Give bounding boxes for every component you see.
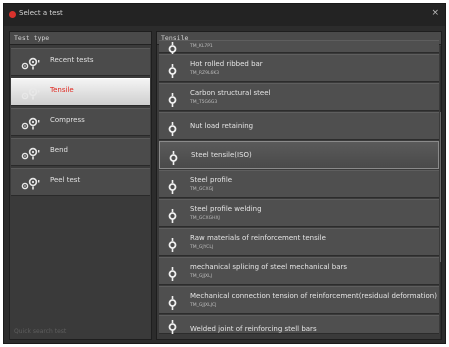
sensor-grip-icon xyxy=(168,121,177,140)
close-icon[interactable]: × xyxy=(431,8,439,18)
test-type-item[interactable]: Tensile xyxy=(11,78,150,106)
test-list-item[interactable]: Welded joint of reinforcing stell bars xyxy=(159,315,439,334)
sensor-grip-icon xyxy=(168,92,177,111)
sensor-grip-icon xyxy=(168,63,177,82)
sensor-grip-icon xyxy=(168,208,177,227)
sensor-pair-icon xyxy=(21,56,43,75)
test-list-item[interactable]: Hot rolled ribbed bar TM_RZ9L6K3 xyxy=(159,54,439,82)
test-type-label: Recent tests xyxy=(50,56,94,64)
test-type-label: Peel test xyxy=(50,176,81,184)
test-list-item[interactable]: Steel profile welding TM_GCXGHXJ xyxy=(159,199,439,227)
test-name: Steel profile welding xyxy=(190,205,262,213)
dialog-title: Select a test xyxy=(19,9,63,17)
test-code: TM_RZ9L6K3 xyxy=(190,71,220,76)
test-list-panel: Tensile TM_KL7P1 Hot rolled ribbed bar TM_… xyxy=(156,31,442,340)
select-test-dialog: Select a test × Test type Recent tests Te… xyxy=(3,3,446,344)
test-list-item[interactable]: Mechanical connection tension of reinfor… xyxy=(159,286,439,314)
sensor-pair-icon xyxy=(21,86,43,105)
quick-search-input[interactable] xyxy=(14,326,147,336)
sensor-grip-icon xyxy=(168,266,177,285)
test-list-item[interactable]: Nut load retaining xyxy=(159,112,439,140)
test-type-panel: Test type Recent tests Tensile Compress Ben… xyxy=(9,31,152,340)
test-name: Nut load retaining xyxy=(190,122,254,130)
test-name: mechanical splicing of steel mechanical … xyxy=(190,263,348,271)
test-name: Welded joint of reinforcing stell bars xyxy=(190,325,317,333)
test-list-item[interactable]: Steel tensile(ISO) xyxy=(159,141,439,169)
test-code: TM_GJYCLJ xyxy=(190,245,214,250)
test-type-header: Test type xyxy=(10,32,151,45)
test-list-item[interactable]: Raw materials of reinforcement tensile TM… xyxy=(159,228,439,256)
test-list-item[interactable]: Carbon structural steel TM_T5G6G3 xyxy=(159,83,439,111)
sensor-grip-icon xyxy=(168,319,177,338)
test-code: TM_GCXGJ xyxy=(190,187,214,192)
test-type-label: Compress xyxy=(50,116,85,124)
test-name: Mechanical connection tension of reinfor… xyxy=(190,292,437,300)
scrollbar-thumb[interactable] xyxy=(440,112,441,262)
sensor-grip-icon xyxy=(168,179,177,198)
sensor-pair-icon xyxy=(21,176,43,195)
test-type-item[interactable]: Bend xyxy=(11,138,150,166)
app-icon xyxy=(9,11,16,18)
test-code: TM_KL7P1 xyxy=(190,44,213,49)
test-name: Hot rolled ribbed bar xyxy=(190,60,263,68)
test-name: Steel profile xyxy=(190,176,233,184)
sensor-grip-icon xyxy=(168,295,177,314)
test-type-item[interactable]: Recent tests xyxy=(11,48,150,76)
test-type-label: Tensile xyxy=(50,86,74,94)
test-name: Carbon structural steel xyxy=(190,89,271,97)
test-code: TM_GCXGHXJ xyxy=(190,216,220,221)
test-code: TM_GJJXLJCJ xyxy=(190,303,217,308)
test-list-item[interactable]: mechanical splicing of steel mechanical … xyxy=(159,257,439,285)
title-bar: Select a test × xyxy=(4,4,445,26)
sensor-pair-icon xyxy=(21,116,43,135)
test-code: TM_T5G6G3 xyxy=(190,100,218,105)
test-type-label: Bend xyxy=(50,146,68,154)
sensor-grip-icon xyxy=(168,237,177,256)
sensor-pair-icon xyxy=(21,146,43,165)
test-code: TM_GJJXLJ xyxy=(190,274,212,279)
test-list-item[interactable]: Steel profile TM_GCXGJ xyxy=(159,170,439,198)
test-name: Raw materials of reinforcement tensile xyxy=(190,234,326,242)
test-type-item[interactable]: Compress xyxy=(11,108,150,136)
test-type-list: Recent tests Tensile Compress Bend Peel test xyxy=(11,48,150,198)
test-type-item[interactable]: Peel test xyxy=(11,168,150,196)
test-name: Steel tensile(ISO) xyxy=(191,151,252,159)
test-list-item[interactable]: TM_KL7P1 xyxy=(159,40,439,56)
sensor-grip-icon xyxy=(169,150,178,169)
